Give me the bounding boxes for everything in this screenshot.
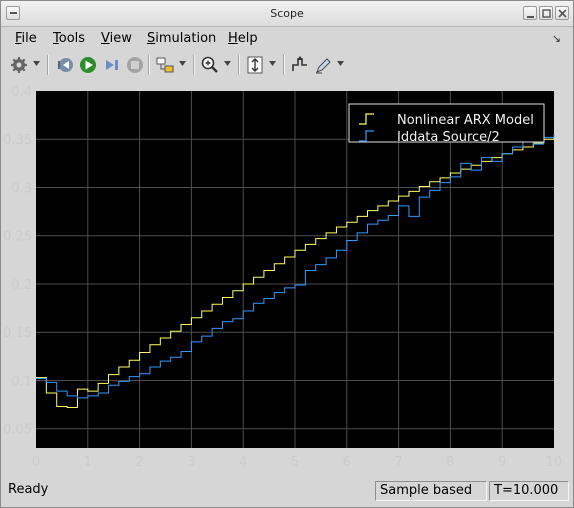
- menu-view-label: iew: [109, 31, 132, 46]
- x-tick-label: 1: [84, 455, 92, 470]
- toolbar-separator: [283, 55, 285, 75]
- menu-simulation-label: imulation: [155, 31, 217, 46]
- y-tick-labels: 0.05 0.1 0.15 0.2 0.25 0.3 0.35 0.4: [3, 85, 32, 438]
- style-button[interactable]: [313, 55, 333, 75]
- x-tick-label: 10: [546, 455, 563, 470]
- highlight-dropdown-icon[interactable]: [179, 61, 186, 67]
- x-tick-label: 3: [187, 455, 195, 470]
- plot-area[interactable]: 0.05 0.1 0.15 0.2 0.25 0.3 0.35 0.4 0 1 2 3 4 5 6 7 8 9 1…: [1, 79, 573, 479]
- legend[interactable]: Nonlinear ARX Model Iddata Source/2: [348, 103, 545, 145]
- minimize-button[interactable]: [523, 6, 537, 20]
- y-tick-label: 0.25: [3, 230, 32, 245]
- y-tick-label: 0.15: [3, 326, 32, 341]
- x-tick-label: 5: [291, 455, 299, 470]
- y-tick-label: 0.2: [11, 278, 32, 293]
- window-title: Scope: [270, 7, 304, 20]
- step-back-button[interactable]: [55, 55, 75, 75]
- legend-label-2: Iddata Source/2: [397, 130, 500, 145]
- close-icon: [558, 9, 567, 18]
- menu-simulation[interactable]: Simulation: [147, 31, 216, 46]
- gear-icon: [11, 57, 27, 73]
- menu-tools[interactable]: Tools: [53, 31, 85, 46]
- minimize-icon: [527, 16, 534, 18]
- scope-window: Scope File Tools View Simulation Help ↘: [0, 0, 574, 508]
- status-time: T=10.000: [489, 481, 569, 501]
- toolbar: [1, 51, 573, 79]
- step-forward-icon: [106, 60, 118, 70]
- zoom-dropdown-icon[interactable]: [224, 61, 231, 67]
- settings-button[interactable]: [9, 55, 29, 75]
- toolbar-separator: [47, 55, 49, 75]
- x-tick-label: 6: [343, 455, 351, 470]
- menu-file-label: ile: [21, 31, 37, 46]
- menu-view-mnemonic: V: [101, 31, 110, 46]
- legend-label-1: Nonlinear ARX Model: [397, 113, 534, 128]
- title-bar[interactable]: Scope: [1, 1, 573, 27]
- style-dropdown-icon[interactable]: [337, 61, 344, 67]
- toolbar-separator: [148, 55, 150, 75]
- dock-arrow-icon[interactable]: ↘: [552, 32, 561, 45]
- status-mode: Sample based: [375, 481, 487, 501]
- toolbar-separator: [193, 55, 195, 75]
- menu-help-label: elp: [237, 31, 258, 46]
- maximize-button[interactable]: [539, 6, 553, 20]
- stop-button[interactable]: [125, 55, 145, 75]
- style-icon: [316, 58, 331, 74]
- highlight-block-button[interactable]: [155, 55, 175, 75]
- menu-tools-label: ools: [58, 31, 86, 46]
- run-button[interactable]: [78, 55, 98, 75]
- stop-icon: [127, 57, 143, 73]
- close-button[interactable]: [555, 6, 569, 20]
- y-tick-label: 0.4: [11, 85, 32, 100]
- menu-file[interactable]: File: [15, 31, 37, 46]
- run-icon: [80, 57, 96, 73]
- x-tick-label: 7: [394, 455, 402, 470]
- y-tick-label: 0.35: [3, 133, 32, 148]
- zoom-button[interactable]: [200, 55, 220, 75]
- scale-axes-button[interactable]: [245, 55, 265, 75]
- step-back-icon: [58, 58, 73, 72]
- menu-help[interactable]: Help: [228, 31, 258, 46]
- x-tick-label: 2: [135, 455, 143, 470]
- settings-dropdown-icon[interactable]: [33, 61, 40, 67]
- scale-axes-icon: [247, 56, 263, 74]
- zoom-icon: [201, 56, 218, 73]
- maximize-icon: [542, 9, 551, 18]
- highlight-block-icon: [156, 57, 174, 73]
- x-tick-label: 0: [32, 455, 40, 470]
- x-tick-label: 8: [446, 455, 454, 470]
- toolbar-separator: [238, 55, 240, 75]
- x-tick-label: 9: [498, 455, 506, 470]
- x-tick-label: 4: [239, 455, 247, 470]
- status-text: Ready: [8, 482, 49, 497]
- y-tick-label: 0.05: [3, 423, 32, 438]
- step-forward-button[interactable]: [102, 55, 122, 75]
- menu-bar: File Tools View Simulation Help ↘: [1, 28, 573, 50]
- menu-view[interactable]: View: [101, 31, 132, 46]
- triggers-icon: [292, 56, 307, 71]
- scope-plot[interactable]: 0.05 0.1 0.15 0.2 0.25 0.3 0.35 0.4 0 1 2 3 4 5 6 7 8 9 1…: [1, 79, 573, 479]
- status-bar: Ready Sample based T=10.000: [1, 479, 573, 503]
- x-tick-labels: 0 1 2 3 4 5 6 7 8 9 10: [32, 455, 562, 470]
- triggers-button[interactable]: [290, 55, 310, 75]
- scale-dropdown-icon[interactable]: [269, 61, 276, 67]
- y-tick-label: 0.1: [11, 374, 32, 389]
- menu-help-mnemonic: H: [228, 31, 238, 46]
- y-tick-label: 0.3: [11, 181, 32, 196]
